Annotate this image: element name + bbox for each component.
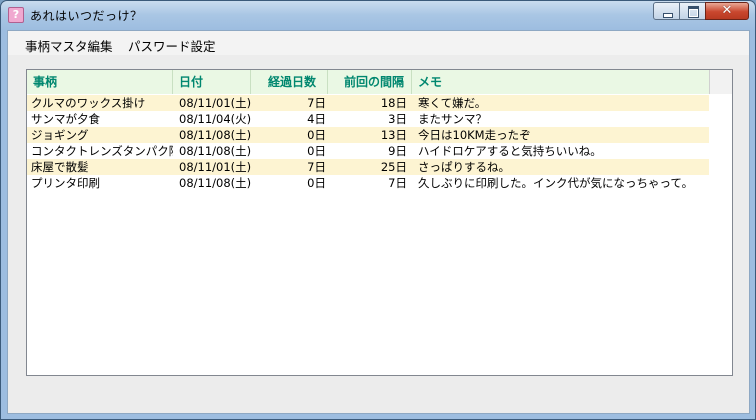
table-row[interactable]: サンマが夕食 08/11/04(火) 4日 3日 またサンマ？ — [27, 111, 709, 127]
cell-date: 08/11/08(土) — [179, 144, 251, 158]
app-window: ? あれはいつだっけ？ ✕ 事柄マスタ編集 パスワード設定 事柄 日付 経過日数… — [0, 0, 756, 420]
close-icon: ✕ — [721, 3, 733, 18]
cell-previous-interval: 3日 — [388, 112, 407, 126]
cell-previous-interval: 9日 — [388, 144, 407, 158]
maximize-icon — [688, 6, 699, 18]
cell-item: ジョギング — [31, 128, 89, 142]
table-row[interactable]: クルマのワックス掛け 08/11/01(土) 7日 18日 寒くて嫌だ。 — [27, 95, 709, 111]
menu-item-master-edit[interactable]: 事柄マスタ編集 — [25, 36, 113, 55]
client-area: 事柄マスタ編集 パスワード設定 事柄 日付 経過日数 前回の間隔 メモ クルマの… — [7, 30, 750, 414]
cell-date: 08/11/04(火) — [179, 112, 251, 126]
column-header-date[interactable]: 日付 — [173, 70, 251, 94]
cell-memo: またサンマ？ — [418, 112, 487, 126]
cell-date: 08/11/08(土) — [179, 176, 251, 190]
close-button[interactable]: ✕ — [705, 2, 749, 20]
cell-memo: 久しぶりに印刷した。インク代が気になっちゃって。 — [418, 176, 694, 190]
cell-elapsed-days: 0日 — [307, 128, 326, 142]
window-title: あれはいつだっけ？ — [30, 9, 143, 23]
column-header-item[interactable]: 事柄 — [27, 70, 173, 94]
cell-item: 床屋で散髪 — [31, 160, 89, 174]
cell-date: 08/11/08(土) — [179, 128, 251, 142]
cell-previous-interval: 18日 — [380, 96, 407, 110]
cell-memo: ハイドロケアすると気持ちいいね。 — [418, 144, 602, 158]
table-row[interactable]: プリンタ印刷 08/11/08(土) 0日 7日 久しぶりに印刷した。インク代が… — [27, 175, 709, 191]
header-filler — [709, 70, 732, 94]
cell-memo: 寒くて嫌だ。 — [418, 96, 487, 110]
cell-elapsed-days: 0日 — [307, 144, 326, 158]
cell-date: 08/11/01(土) — [179, 96, 251, 110]
cell-previous-interval: 25日 — [380, 160, 407, 174]
menu-item-password-settings[interactable]: パスワード設定 — [128, 36, 216, 55]
cell-item: サンマが夕食 — [31, 112, 100, 126]
table-header: 事柄 日付 経過日数 前回の間隔 メモ — [27, 70, 732, 94]
records-list-view[interactable]: 事柄 日付 経過日数 前回の間隔 メモ クルマのワックス掛け 08/11/01(… — [26, 69, 733, 376]
table-row[interactable]: 床屋で散髪 08/11/01(土) 7日 25日 さっぱりするね。 — [27, 159, 709, 175]
cell-previous-interval: 13日 — [380, 128, 407, 142]
column-header-previous-interval[interactable]: 前回の間隔 — [328, 70, 412, 94]
table-row[interactable]: コンタクトレンズタンパク除 08/11/08(土) 0日 9日 ハイドロケアする… — [27, 143, 709, 159]
maximize-button[interactable] — [679, 2, 706, 20]
menu-bar: 事柄マスタ編集 パスワード設定 — [8, 31, 749, 55]
cell-item: コンタクトレンズタンパク除 — [31, 144, 173, 158]
title-bar[interactable]: ? あれはいつだっけ？ ✕ — [1, 1, 755, 30]
cell-memo: 今日は10KM走ったぞ — [418, 128, 531, 142]
cell-elapsed-days: 7日 — [307, 160, 326, 174]
minimize-icon — [663, 13, 673, 18]
cell-previous-interval: 7日 — [388, 176, 407, 190]
cell-item: クルマのワックス掛け — [31, 96, 146, 110]
cell-elapsed-days: 7日 — [307, 96, 326, 110]
cell-elapsed-days: 4日 — [307, 112, 326, 126]
cell-date: 08/11/01(土) — [179, 160, 251, 174]
cell-memo: さっぱりするね。 — [418, 160, 510, 174]
app-icon[interactable]: ? — [8, 7, 24, 23]
column-header-elapsed-days[interactable]: 経過日数 — [251, 70, 328, 94]
table-row[interactable]: ジョギング 08/11/08(土) 0日 13日 今日は10KM走ったぞ — [27, 127, 709, 143]
column-header-memo[interactable]: メモ — [412, 70, 709, 94]
cell-item: プリンタ印刷 — [31, 176, 100, 190]
minimize-button[interactable] — [653, 2, 680, 20]
cell-elapsed-days: 0日 — [307, 176, 326, 190]
